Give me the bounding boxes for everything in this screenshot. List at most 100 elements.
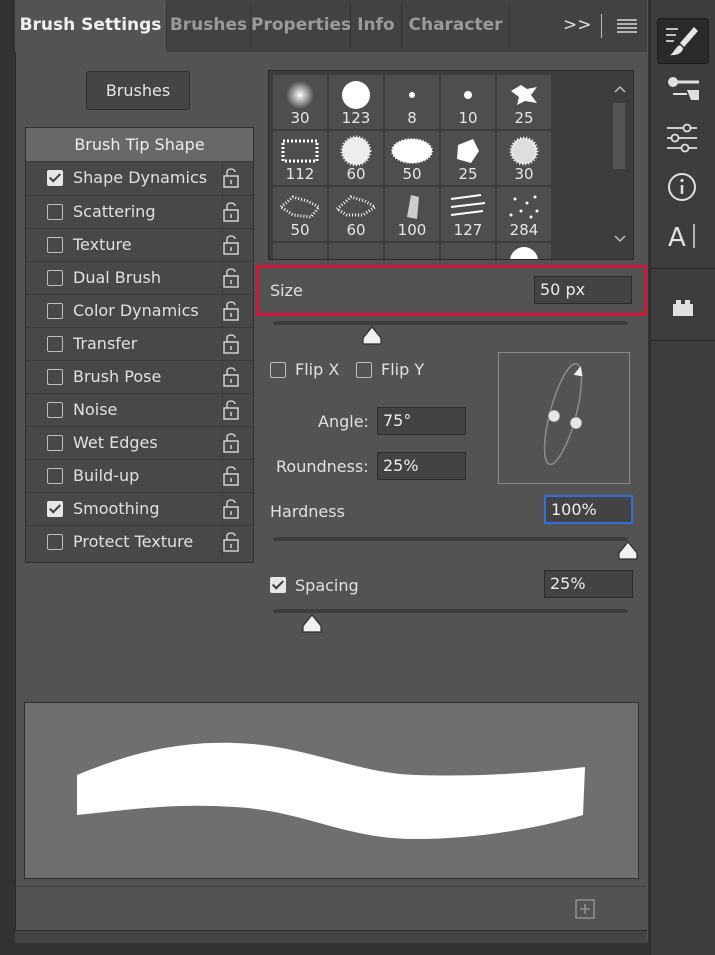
option-row[interactable]: Wet Edges bbox=[26, 426, 253, 459]
option-label[interactable]: Protect Texture bbox=[73, 532, 193, 551]
option-checkbox[interactable] bbox=[47, 204, 63, 220]
option-row[interactable]: Shape Dynamics bbox=[26, 161, 253, 194]
brush-preset-tile[interactable]: 112 bbox=[273, 131, 327, 185]
tab-info[interactable]: Info bbox=[351, 0, 401, 52]
option-row[interactable]: Scattering bbox=[26, 195, 253, 228]
option-label[interactable]: Scattering bbox=[73, 202, 155, 221]
brush-tip-shape-item[interactable]: Brush Tip Shape bbox=[26, 128, 253, 161]
tab-brushes[interactable]: Brushes bbox=[167, 0, 250, 52]
lock-icon[interactable] bbox=[222, 332, 240, 358]
hardness-slider-thumb[interactable] bbox=[617, 541, 639, 561]
lock-icon[interactable] bbox=[222, 233, 240, 259]
flip-y-checkbox[interactable] bbox=[356, 362, 372, 378]
plugin-icon[interactable] bbox=[671, 298, 695, 318]
lock-icon[interactable] bbox=[222, 166, 240, 192]
option-checkbox[interactable] bbox=[47, 501, 63, 517]
brush-preset-tile[interactable] bbox=[385, 243, 439, 259]
option-checkbox[interactable] bbox=[47, 270, 63, 286]
option-label[interactable]: Smoothing bbox=[73, 499, 159, 518]
option-label[interactable]: Color Dynamics bbox=[73, 301, 199, 320]
brush-preset-tile[interactable] bbox=[441, 243, 495, 259]
size-slider-thumb[interactable] bbox=[361, 326, 383, 346]
option-label[interactable]: Texture bbox=[73, 235, 132, 254]
lock-icon[interactable] bbox=[222, 365, 240, 391]
lock-icon[interactable] bbox=[222, 200, 240, 226]
lock-icon[interactable] bbox=[222, 530, 240, 556]
brush-settings-dock-button[interactable] bbox=[657, 18, 709, 64]
roundness-input[interactable]: 25% bbox=[377, 452, 466, 480]
spacing-slider-thumb[interactable] bbox=[301, 614, 323, 634]
brush-preset-tile[interactable]: 60 bbox=[329, 187, 383, 241]
angle-roundness-widget[interactable] bbox=[498, 352, 630, 484]
tab-character[interactable]: Character bbox=[402, 0, 509, 52]
option-row[interactable]: Texture bbox=[26, 228, 253, 261]
adjustments-icon[interactable] bbox=[665, 122, 701, 154]
preset-scrollbar[interactable] bbox=[607, 71, 633, 259]
character-icon[interactable]: A bbox=[666, 220, 700, 252]
scroll-up-icon[interactable] bbox=[614, 85, 626, 93]
tab-overflow-button[interactable]: >> bbox=[563, 0, 592, 52]
option-label[interactable]: Noise bbox=[73, 400, 117, 419]
hardness-input[interactable]: 100% bbox=[544, 495, 633, 524]
brush-library-icon[interactable] bbox=[665, 74, 701, 106]
tab-brush-settings[interactable]: Brush Settings bbox=[15, 0, 166, 52]
scrollbar-thumb[interactable] bbox=[613, 103, 625, 169]
brush-preset-tile[interactable]: 100 bbox=[385, 187, 439, 241]
brush-preset-tile[interactable]: 25 bbox=[441, 131, 495, 185]
option-label[interactable]: Shape Dynamics bbox=[73, 168, 207, 187]
brush-preset-tile[interactable]: 25 bbox=[497, 75, 551, 129]
lock-icon[interactable] bbox=[222, 497, 240, 523]
brush-preset-tile[interactable] bbox=[273, 243, 327, 259]
brush-preset-tile[interactable] bbox=[329, 243, 383, 259]
resize-handle[interactable] bbox=[15, 930, 647, 943]
option-row[interactable]: Noise bbox=[26, 393, 253, 426]
option-checkbox[interactable] bbox=[47, 237, 63, 253]
option-label[interactable]: Wet Edges bbox=[73, 433, 158, 452]
option-row[interactable]: Brush Pose bbox=[26, 360, 253, 393]
flip-x-checkbox[interactable] bbox=[270, 362, 286, 378]
option-checkbox[interactable] bbox=[47, 369, 63, 385]
hardness-slider[interactable] bbox=[273, 537, 628, 541]
option-label[interactable]: Transfer bbox=[73, 334, 137, 353]
size-slider[interactable] bbox=[273, 321, 628, 325]
option-row[interactable]: Transfer bbox=[26, 327, 253, 360]
spacing-input[interactable]: 25% bbox=[544, 570, 633, 598]
brush-preset-tile[interactable]: 60 bbox=[329, 131, 383, 185]
option-checkbox[interactable] bbox=[47, 435, 63, 451]
option-checkbox[interactable] bbox=[47, 303, 63, 319]
option-row[interactable]: Smoothing bbox=[26, 492, 253, 525]
spacing-slider[interactable] bbox=[273, 609, 628, 613]
option-row[interactable]: Color Dynamics bbox=[26, 294, 253, 327]
option-label[interactable]: Brush Pose bbox=[73, 367, 161, 386]
scroll-down-icon[interactable] bbox=[614, 235, 626, 243]
lock-icon[interactable] bbox=[222, 431, 240, 457]
new-brush-preset-icon[interactable] bbox=[575, 899, 595, 919]
option-row[interactable]: Protect Texture bbox=[26, 525, 253, 558]
spacing-checkbox[interactable] bbox=[270, 577, 286, 593]
option-checkbox[interactable] bbox=[47, 336, 63, 352]
option-row[interactable]: Build-up bbox=[26, 459, 253, 492]
size-input[interactable]: 50 px bbox=[534, 276, 632, 304]
panel-menu-icon[interactable] bbox=[617, 18, 637, 34]
lock-icon[interactable] bbox=[222, 398, 240, 424]
option-label[interactable]: Dual Brush bbox=[73, 268, 161, 287]
brush-preset-tile[interactable] bbox=[497, 243, 551, 259]
brushes-button[interactable]: Brushes bbox=[86, 71, 190, 110]
brush-preset-tile[interactable]: 50 bbox=[385, 131, 439, 185]
angle-input[interactable]: 75° bbox=[377, 407, 466, 435]
option-checkbox[interactable] bbox=[47, 170, 63, 186]
info-icon[interactable] bbox=[667, 172, 697, 202]
tab-properties[interactable]: Properties bbox=[251, 0, 351, 52]
option-checkbox[interactable] bbox=[47, 534, 63, 550]
brush-preset-tile[interactable]: 127 bbox=[441, 187, 495, 241]
option-label[interactable]: Build-up bbox=[73, 466, 139, 485]
option-checkbox[interactable] bbox=[47, 402, 63, 418]
lock-icon[interactable] bbox=[222, 464, 240, 490]
lock-icon[interactable] bbox=[222, 299, 240, 325]
brush-preset-tile[interactable]: 30 bbox=[497, 131, 551, 185]
option-checkbox[interactable] bbox=[47, 468, 63, 484]
brush-preset-tile[interactable]: 10 bbox=[441, 75, 495, 129]
lock-icon[interactable] bbox=[222, 266, 240, 292]
brush-preset-tile[interactable]: 50 bbox=[273, 187, 327, 241]
brush-preset-tile[interactable]: 123 bbox=[329, 75, 383, 129]
